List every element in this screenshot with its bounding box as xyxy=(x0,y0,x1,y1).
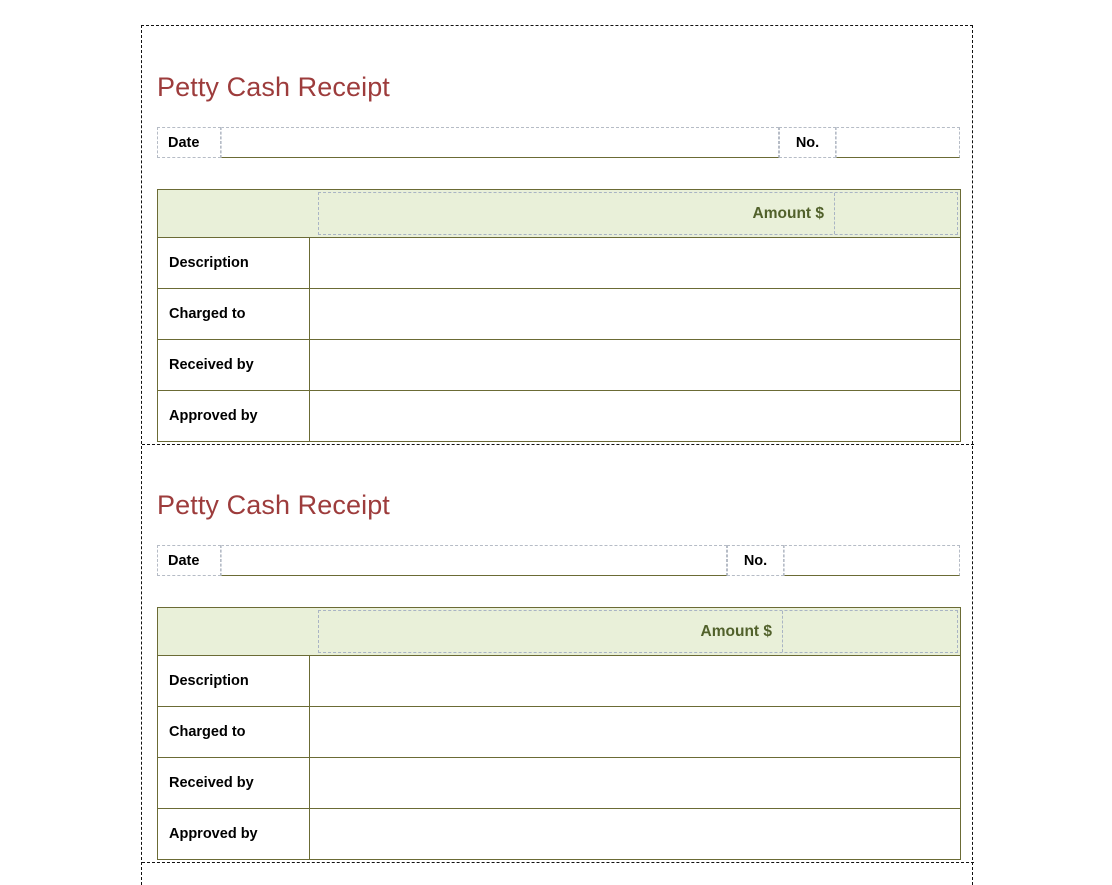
row-value-description[interactable] xyxy=(309,237,961,289)
date-input[interactable] xyxy=(221,127,779,158)
table-row: Approved by xyxy=(157,390,961,442)
header-blank-cell xyxy=(157,189,310,238)
table-row: Approved by xyxy=(157,808,961,860)
date-input[interactable] xyxy=(221,545,727,576)
header-amount-inner: Amount $ xyxy=(317,192,958,235)
number-input[interactable] xyxy=(836,127,960,158)
row-label-received-by: Received by xyxy=(157,339,310,391)
row-value-description[interactable] xyxy=(309,655,961,707)
row-label-approved-by: Approved by xyxy=(157,390,310,442)
printable-page-frame: Petty Cash Receipt Date No. Amount $ Des… xyxy=(141,25,974,885)
row-value-approved-by[interactable] xyxy=(309,808,961,860)
row-label-charged-to: Charged to xyxy=(157,706,310,758)
date-number-row: Date No. xyxy=(157,545,960,576)
table-header-row: Amount $ xyxy=(157,189,961,238)
row-label-received-by: Received by xyxy=(157,757,310,809)
date-label: Date xyxy=(157,545,221,576)
petty-cash-receipt-2: Petty Cash Receipt Date No. Amount $ Des… xyxy=(142,445,974,863)
header-amount-cell: Amount $ xyxy=(309,607,961,656)
date-number-row: Date No. xyxy=(157,127,960,158)
petty-cash-receipt-1: Petty Cash Receipt Date No. Amount $ Des… xyxy=(142,26,974,445)
table-row: Charged to xyxy=(157,288,961,340)
row-label-description: Description xyxy=(157,655,310,707)
header-amount-inner: Amount $ xyxy=(317,610,958,653)
number-label: No. xyxy=(727,545,784,576)
table-row: Description xyxy=(157,655,961,707)
number-label: No. xyxy=(779,127,836,158)
row-value-charged-to[interactable] xyxy=(309,706,961,758)
table-row: Received by xyxy=(157,757,961,809)
row-value-charged-to[interactable] xyxy=(309,288,961,340)
row-value-received-by[interactable] xyxy=(309,757,961,809)
table-header-row: Amount $ xyxy=(157,607,961,656)
table-row: Charged to xyxy=(157,706,961,758)
header-blank-cell xyxy=(157,607,310,656)
amount-value-cell[interactable] xyxy=(835,193,957,234)
amount-header-label: Amount $ xyxy=(319,611,783,652)
date-label: Date xyxy=(157,127,221,158)
row-label-approved-by: Approved by xyxy=(157,808,310,860)
row-label-description: Description xyxy=(157,237,310,289)
row-label-charged-to: Charged to xyxy=(157,288,310,340)
number-input[interactable] xyxy=(784,545,960,576)
row-value-approved-by[interactable] xyxy=(309,390,961,442)
table-row: Received by xyxy=(157,339,961,391)
receipt-table: Amount $ Description Charged to Received… xyxy=(157,607,961,860)
header-amount-cell: Amount $ xyxy=(309,189,961,238)
receipt-title: Petty Cash Receipt xyxy=(157,72,390,102)
amount-value-cell[interactable] xyxy=(783,611,957,652)
row-value-received-by[interactable] xyxy=(309,339,961,391)
amount-header-label: Amount $ xyxy=(319,193,835,234)
receipt-title: Petty Cash Receipt xyxy=(157,490,390,520)
receipt-table: Amount $ Description Charged to Received… xyxy=(157,189,961,442)
table-row: Description xyxy=(157,237,961,289)
